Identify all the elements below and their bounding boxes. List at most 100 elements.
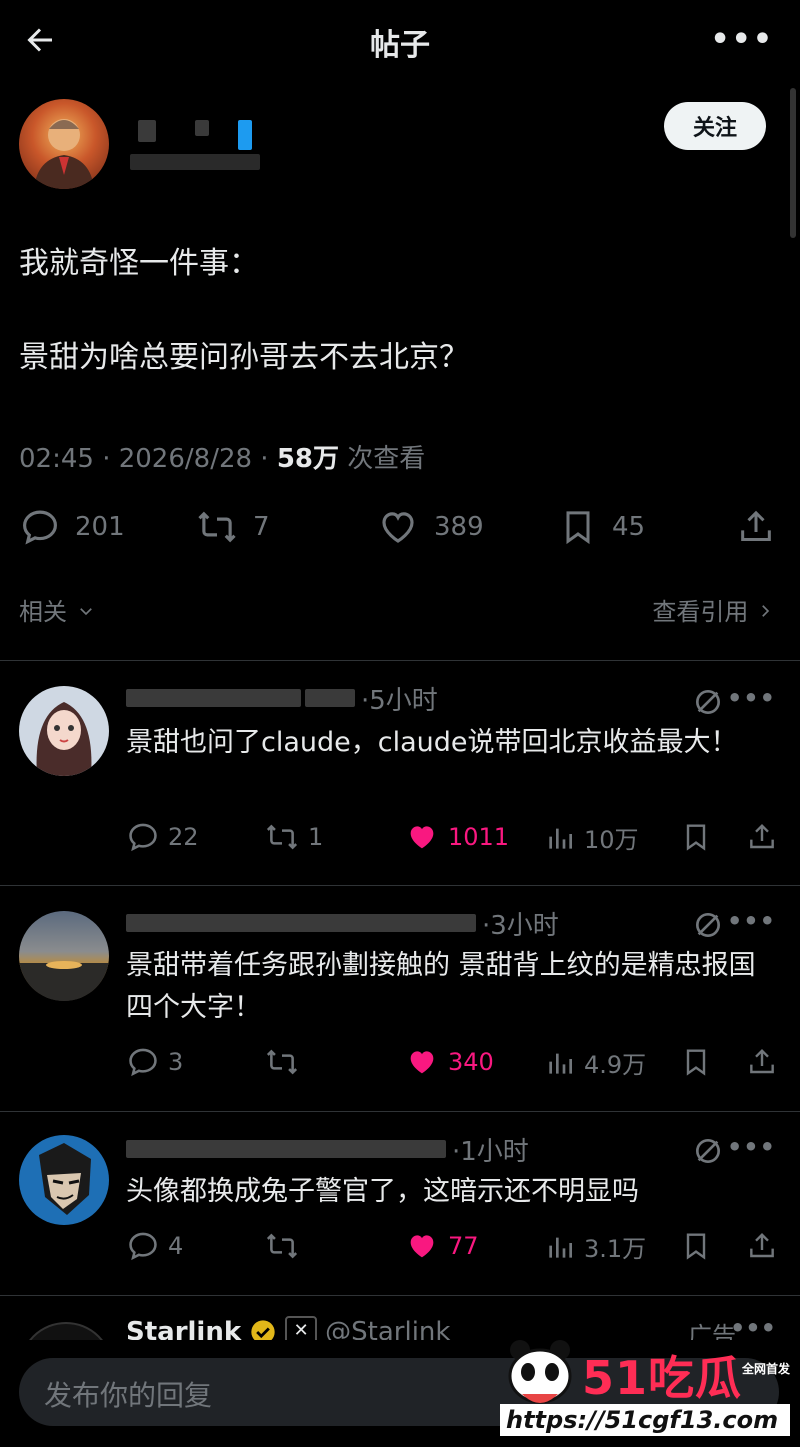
share-icon [741, 510, 771, 541]
reply-header: ·1小时 [126, 1133, 529, 1167]
reply-actions: 4 77 3.1万 [0, 1229, 800, 1269]
views-chart-icon [549, 1053, 572, 1074]
heart-filled-icon [410, 1051, 434, 1074]
like-button[interactable]: 389 [376, 506, 484, 548]
repost-button[interactable]: 1 [264, 820, 323, 854]
redacted-name [195, 120, 209, 136]
watermark: 51吃瓜 全网首发 https://51cgf13.com [500, 1336, 790, 1442]
share-icon [750, 1232, 774, 1258]
reply-text: 景甜带着任务跟孙劃接触的 景甜背上纹的是精忠报国四个大字！ [126, 950, 756, 1023]
reply-button[interactable]: 4 [126, 1229, 183, 1263]
share-button[interactable] [746, 820, 778, 854]
redacted-name [126, 689, 301, 707]
repost-icon [266, 1233, 298, 1259]
follow-button[interactable]: 关注 [664, 102, 766, 150]
heart-outline-icon [382, 512, 414, 543]
bookmark-button[interactable] [680, 820, 712, 854]
reply-item[interactable]: ·5小时 ••• 景甜也问了claude，claude说带回北京收益最大！ 22… [0, 660, 800, 885]
heart-filled-icon [410, 826, 434, 849]
avatar-cartoon-fox-icon [39, 1143, 91, 1215]
like-count: 77 [448, 1232, 479, 1260]
post-views-label: 次查看 [339, 444, 426, 474]
views-button[interactable]: 3.1万 [544, 1229, 646, 1264]
bookmark-button[interactable] [680, 1045, 712, 1079]
reply-avatar[interactable] [19, 911, 109, 1001]
like-count: 1011 [448, 823, 510, 851]
bookmark-icon [686, 1233, 706, 1260]
reply-item[interactable]: ·3小时 ••• 景甜带着任务跟孙劃接触的 景甜背上纹的是精忠报国四个大字！ 3… [0, 885, 800, 1111]
related-dropdown[interactable]: 相关 [19, 592, 97, 627]
like-button[interactable]: 1011 [404, 820, 509, 854]
views-chart-icon [549, 1237, 572, 1258]
divider [0, 1295, 800, 1296]
reply-text: 头像都换成兔子警官了，这暗示还不明显吗 [126, 1176, 639, 1207]
reply-icon [129, 1048, 157, 1077]
reply-count: 4 [168, 1232, 184, 1260]
watermark-tag: 全网首发 [741, 1362, 790, 1376]
repost-button[interactable] [264, 1229, 300, 1263]
chevron-down-icon [79, 608, 92, 616]
reply-text: 景甜也问了claude，claude说带回北京收益最大！ [126, 727, 738, 758]
reply-button[interactable]: 22 [126, 820, 199, 854]
reply-more-button[interactable]: ••• [727, 684, 776, 712]
reply-icon [129, 1232, 157, 1261]
avatar-portrait-icon [34, 119, 94, 189]
reply-count: 22 [168, 823, 199, 851]
reply-time: ·3小时 [482, 910, 559, 941]
share-icon [750, 823, 774, 849]
mute-icon[interactable] [692, 1135, 724, 1167]
post-meta: 02:45 · 2026/8/28 · 58万 次查看 [19, 438, 425, 475]
reply-actions: 22 1 1011 10万 [0, 820, 800, 860]
like-button[interactable]: 77 [404, 1229, 479, 1263]
share-icon [750, 1048, 774, 1074]
reply-button[interactable]: 201 [19, 506, 125, 548]
post-actions: 201 7 389 45 [0, 500, 800, 556]
reply-button[interactable]: 3 [126, 1045, 183, 1079]
repost-button[interactable]: 7 [195, 506, 270, 548]
reply-more-button[interactable]: ••• [727, 907, 776, 935]
repost-button[interactable] [264, 1045, 300, 1079]
redacted-name [126, 914, 476, 932]
view-quotes-link[interactable]: 查看引用 [652, 592, 774, 627]
chevron-right-icon [762, 605, 770, 617]
redacted-handle [305, 689, 355, 707]
related-label: 相关 [19, 598, 67, 626]
top-bar: 帖子 ••• [0, 0, 800, 82]
reply-count: 201 [75, 512, 125, 542]
reply-icon [23, 510, 57, 545]
bookmark-count: 45 [612, 512, 646, 542]
bookmark-icon [686, 1049, 706, 1076]
watermark-brand: 51吃瓜 [582, 1351, 743, 1405]
post-time: 02:45 · 2026/8/28 · [19, 444, 277, 474]
page-title: 帖子 [370, 28, 430, 63]
bookmark-button[interactable]: 45 [558, 506, 645, 548]
reply-item[interactable]: ·1小时 ••• 头像都换成兔子警官了，这暗示还不明显吗 4 77 3.1万 [0, 1111, 800, 1295]
views-count: 10万 [584, 826, 639, 854]
more-options-button[interactable]: ••• [710, 22, 774, 57]
views-button[interactable]: 4.9万 [544, 1045, 646, 1080]
views-button[interactable]: 10万 [544, 820, 639, 855]
share-button[interactable] [746, 1045, 778, 1079]
repost-icon [266, 824, 298, 850]
share-button[interactable] [736, 506, 776, 548]
post-views-count[interactable]: 58万 [277, 444, 339, 474]
like-button[interactable]: 340 [404, 1045, 494, 1079]
repost-icon [198, 511, 236, 543]
share-button[interactable] [746, 1229, 778, 1263]
mute-icon[interactable] [692, 686, 724, 718]
like-count: 389 [434, 512, 484, 542]
bookmark-button[interactable] [680, 1229, 712, 1263]
redacted-handle [130, 154, 260, 170]
avatar-girl-icon [36, 702, 92, 776]
views-chart-icon [549, 828, 572, 849]
author-avatar[interactable] [19, 99, 109, 189]
reply-avatar[interactable] [19, 686, 109, 776]
repost-icon [266, 1049, 298, 1075]
scrollbar[interactable] [790, 88, 796, 238]
reply-avatar[interactable] [19, 1135, 109, 1225]
reply-header: ·5小时 [126, 682, 438, 716]
post-text-line-1: 我就奇怪一件事： [19, 246, 259, 281]
reply-actions: 3 340 4.9万 [0, 1045, 800, 1085]
mute-icon[interactable] [692, 909, 724, 941]
reply-more-button[interactable]: ••• [727, 1133, 776, 1161]
